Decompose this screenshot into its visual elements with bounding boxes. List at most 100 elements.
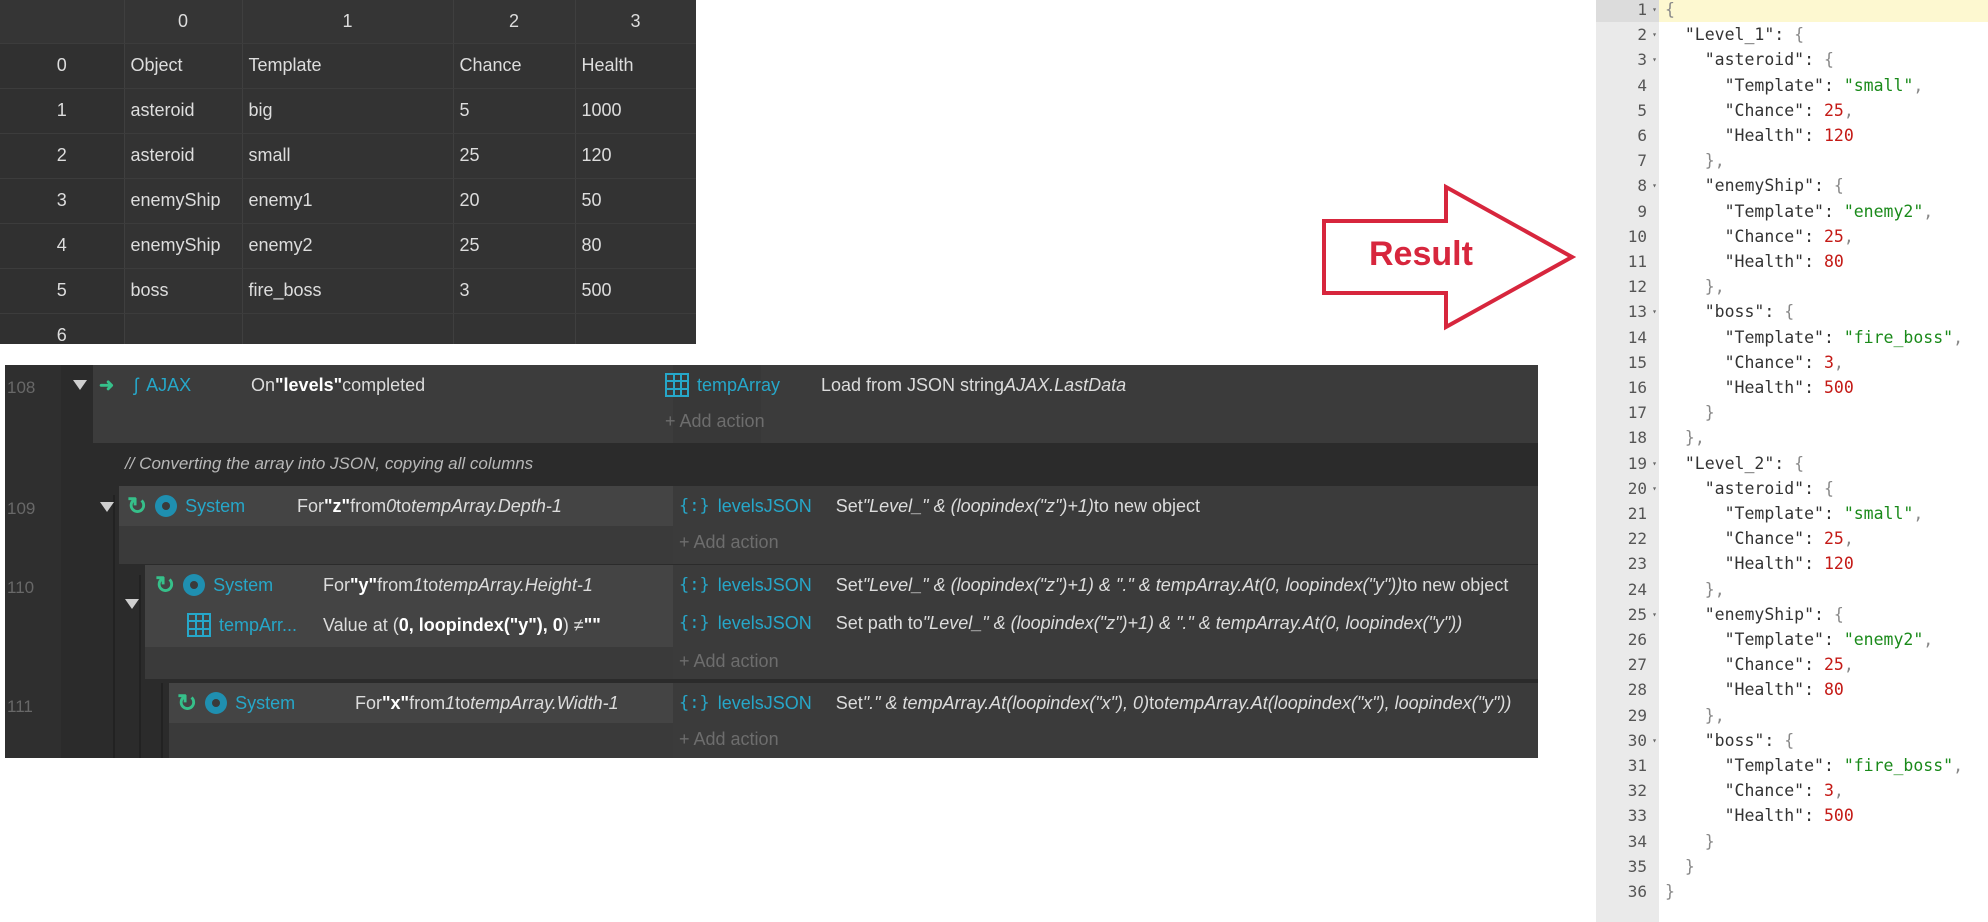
grid-cell[interactable]: 120 (575, 133, 696, 179)
grid-cell[interactable]: enemyShip (124, 223, 243, 269)
code-line[interactable]: 4 "Template": "small", (1596, 73, 1988, 98)
add-action-button[interactable]: + Add action (679, 721, 779, 757)
collapse-toggle[interactable] (100, 502, 114, 512)
grid-cell[interactable]: 80 (575, 223, 696, 269)
grid-cell[interactable]: asteroid (124, 133, 243, 179)
grid-cell[interactable]: 3 (453, 268, 576, 314)
grid-row-index[interactable]: 2 (0, 133, 125, 179)
code-line[interactable]: 32 "Chance": 3, (1596, 778, 1988, 803)
code-line[interactable]: 27 "Chance": 25, (1596, 652, 1988, 677)
grid-cell[interactable]: Object (124, 43, 243, 89)
code-line[interactable]: 34 } (1596, 829, 1988, 854)
fold-arrow-icon[interactable]: ▾ (1652, 459, 1657, 468)
add-action-button[interactable]: + Add action (679, 524, 779, 560)
code-line[interactable]: 3 ▾ "asteroid": { (1596, 47, 1988, 72)
code-line[interactable]: 19 ▾ "Level_2": { (1596, 451, 1988, 476)
code-line[interactable]: 9 "Template": "enemy2", (1596, 199, 1988, 224)
action-row[interactable]: tempArray Load from JSON string AJAX.Las… (665, 367, 1126, 403)
code-line[interactable]: 7 }, (1596, 148, 1988, 173)
add-action-button[interactable]: + Add action (665, 403, 765, 439)
grid-column-header[interactable] (0, 0, 125, 44)
grid-cell[interactable]: Health (575, 43, 696, 89)
grid-cell[interactable]: big (242, 88, 454, 134)
code-line[interactable]: 35 } (1596, 854, 1988, 879)
fold-arrow-icon[interactable]: ▾ (1652, 736, 1657, 745)
grid-cell[interactable]: 25 (453, 133, 576, 179)
grid-row-index[interactable]: 1 (0, 88, 125, 134)
grid-cell[interactable]: 25 (453, 223, 576, 269)
event-block-108[interactable]: ➜ ʃ AJAX On "levels" completed tempArray… (93, 365, 1538, 443)
code-line[interactable]: 12 }, (1596, 274, 1988, 299)
grid-column-header[interactable]: 3 (575, 0, 696, 44)
code-line[interactable]: 20 ▾ "asteroid": { (1596, 476, 1988, 501)
json-editor[interactable]: 1 ▾{2 ▾ "Level_1": {3 ▾ "asteroid": {4 "Tem… (1596, 0, 1988, 922)
fold-arrow-icon[interactable]: ▾ (1652, 307, 1657, 316)
grid-cell[interactable] (242, 313, 454, 344)
code-line[interactable]: 16 "Health": 500 (1596, 375, 1988, 400)
grid-cell[interactable]: 50 (575, 178, 696, 224)
fold-arrow-icon[interactable]: ▾ (1652, 30, 1657, 39)
fold-arrow-icon[interactable]: ▾ (1652, 181, 1657, 190)
collapse-toggle[interactable] (73, 380, 87, 390)
event-block-111[interactable]: ↻ System For "x" from 1 to tempArray.Wid… (169, 683, 1538, 758)
code-line[interactable]: 18 }, (1596, 425, 1988, 450)
action-row[interactable]: {:} levelsJSON Set "Level_" & (loopindex… (679, 488, 1200, 524)
grid-column-header[interactable]: 2 (453, 0, 576, 44)
code-line[interactable]: 36} (1596, 879, 1988, 904)
grid-cell[interactable]: Template (242, 43, 454, 89)
fold-arrow-icon[interactable]: ▾ (1652, 5, 1657, 14)
system-condition[interactable]: ↻ System (177, 685, 335, 721)
code-line[interactable]: 17 } (1596, 400, 1988, 425)
fold-arrow-icon[interactable]: ▾ (1652, 610, 1657, 619)
action-row[interactable]: {:} levelsJSON Set path to "Level_" & (l… (679, 605, 1462, 641)
code-line[interactable]: 15 "Chance": 3, (1596, 350, 1988, 375)
code-line[interactable]: 5 "Chance": 25, (1596, 98, 1988, 123)
code-line[interactable]: 14 "Template": "fire_boss", (1596, 325, 1988, 350)
event-block-110[interactable]: ↻ System For "y" from 1 to tempArray.Hei… (145, 565, 1538, 679)
grid-cell[interactable]: boss (124, 268, 243, 314)
grid-cell[interactable]: enemyShip (124, 178, 243, 224)
grid-cell[interactable] (124, 313, 243, 344)
code-line[interactable]: 33 "Health": 500 (1596, 803, 1988, 828)
fold-arrow-icon[interactable]: ▾ (1652, 484, 1657, 493)
grid-row-index[interactable]: 4 (0, 223, 125, 269)
grid-row-index[interactable]: 5 (0, 268, 125, 314)
code-line[interactable]: 30 ▾ "boss": { (1596, 728, 1988, 753)
grid-row-index[interactable]: 3 (0, 178, 125, 224)
code-line[interactable]: 26 "Template": "enemy2", (1596, 627, 1988, 652)
code-line[interactable]: 2 ▾ "Level_1": { (1596, 22, 1988, 47)
code-line[interactable]: 22 "Chance": 25, (1596, 526, 1988, 551)
grid-cell[interactable]: 5 (453, 88, 576, 134)
grid-row-index[interactable]: 0 (0, 43, 125, 89)
code-line[interactable]: 28 "Health": 80 (1596, 677, 1988, 702)
grid-column-header[interactable]: 0 (124, 0, 243, 44)
code-line[interactable]: 31 "Template": "fire_boss", (1596, 753, 1988, 778)
code-line[interactable]: 1 ▾{ (1596, 0, 1988, 22)
grid-cell[interactable]: enemy2 (242, 223, 454, 269)
array-condition[interactable]: tempArr... (187, 607, 321, 643)
action-row[interactable]: {:} levelsJSON Set "Level_" & (loopindex… (679, 567, 1508, 603)
ajax-condition[interactable]: ➜ ʃ AJAX (99, 367, 246, 403)
code-line[interactable]: 10 "Chance": 25, (1596, 224, 1988, 249)
grid-cell[interactable]: asteroid (124, 88, 243, 134)
system-condition[interactable]: ↻ System (155, 567, 313, 603)
grid-cell[interactable]: small (242, 133, 454, 179)
system-condition[interactable]: ↻ System (127, 488, 259, 524)
action-row[interactable]: {:} levelsJSON Set "." & tempArray.At(lo… (679, 685, 1511, 721)
grid-cell[interactable]: 500 (575, 268, 696, 314)
fold-arrow-icon[interactable]: ▾ (1652, 55, 1657, 64)
grid-cell[interactable]: enemy1 (242, 178, 454, 224)
grid-column-header[interactable]: 1 (242, 0, 454, 44)
grid-cell[interactable]: fire_boss (242, 268, 454, 314)
grid-cell[interactable] (575, 313, 696, 344)
grid-row-index[interactable]: 6 (0, 313, 125, 344)
code-line[interactable]: 6 "Health": 120 (1596, 123, 1988, 148)
code-line[interactable]: 13 ▾ "boss": { (1596, 299, 1988, 324)
code-line[interactable]: 23 "Health": 120 (1596, 551, 1988, 576)
grid-cell[interactable]: 20 (453, 178, 576, 224)
code-line[interactable]: 24 }, (1596, 577, 1988, 602)
grid-cell[interactable]: 1000 (575, 88, 696, 134)
event-block-109[interactable]: ↻ System For "z" from 0 to tempArray.Dep… (119, 486, 1538, 564)
add-action-button[interactable]: + Add action (679, 643, 779, 679)
code-line[interactable]: 25 ▾ "enemyShip": { (1596, 602, 1988, 627)
